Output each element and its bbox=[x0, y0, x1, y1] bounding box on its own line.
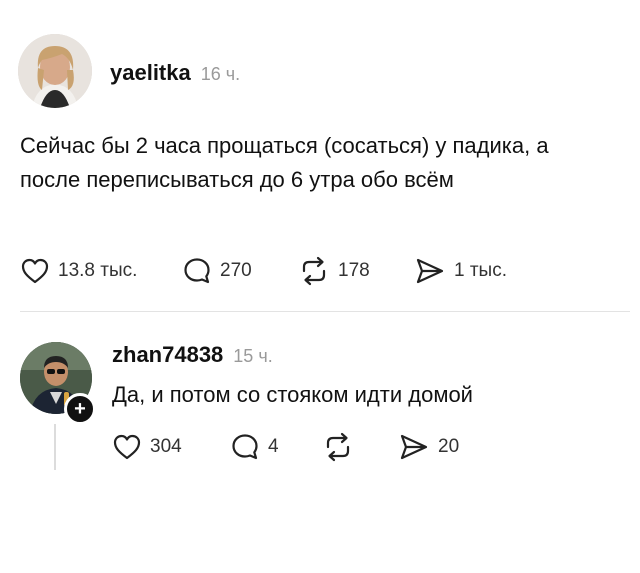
reply-username[interactable]: zhan74838 bbox=[112, 342, 223, 368]
reply-repost-button[interactable] bbox=[322, 432, 398, 462]
post-header: yaelitka 16 ч. bbox=[110, 60, 240, 86]
reply-comment-count: 4 bbox=[268, 436, 279, 457]
post-text: Сейчас бы 2 часа прощаться (сосаться) у … bbox=[20, 133, 549, 192]
post-actions: 13.8 тыс. 270 178 1 тыс. bbox=[20, 256, 544, 286]
speech-bubble-icon bbox=[232, 434, 258, 460]
send-icon bbox=[400, 434, 428, 460]
follow-plus-badge[interactable]: + bbox=[64, 393, 96, 425]
reply-actions: 304 4 20 bbox=[112, 432, 498, 462]
post-share-button[interactable]: 1 тыс. bbox=[414, 256, 544, 286]
heart-icon bbox=[113, 434, 141, 460]
speech-bubble-icon bbox=[184, 258, 210, 284]
follow-plus-label: + bbox=[74, 398, 86, 420]
reply-text: Да, и потом со стояком идти домой bbox=[112, 382, 473, 407]
thread-line bbox=[54, 424, 56, 470]
reply-header: zhan74838 15 ч. bbox=[112, 342, 273, 368]
reply-timestamp: 15 ч. bbox=[233, 346, 273, 366]
send-icon bbox=[416, 258, 444, 284]
post-username[interactable]: yaelitka bbox=[110, 60, 191, 86]
post-timestamp: 16 ч. bbox=[200, 64, 241, 84]
post-like-count: 13.8 тыс. bbox=[58, 260, 138, 281]
reply-share-button[interactable]: 20 bbox=[398, 432, 498, 462]
repost-icon bbox=[326, 432, 350, 462]
post-divider bbox=[20, 311, 630, 312]
post-share-count: 1 тыс. bbox=[454, 260, 507, 281]
post-repost-count: 178 bbox=[338, 260, 370, 281]
post-author-avatar[interactable] bbox=[18, 34, 92, 108]
post-repost-button[interactable]: 178 bbox=[298, 256, 414, 286]
reply-share-count: 20 bbox=[438, 436, 460, 457]
reply-like-count: 304 bbox=[150, 436, 182, 457]
reply-like-button[interactable]: 304 bbox=[112, 433, 230, 461]
repost-icon bbox=[302, 256, 326, 286]
reply-comment-button[interactable]: 4 bbox=[230, 432, 322, 462]
post-comment-count: 270 bbox=[220, 260, 252, 281]
post-comment-button[interactable]: 270 bbox=[182, 256, 298, 286]
post-like-button[interactable]: 13.8 тыс. bbox=[20, 257, 182, 285]
heart-icon bbox=[21, 258, 49, 284]
